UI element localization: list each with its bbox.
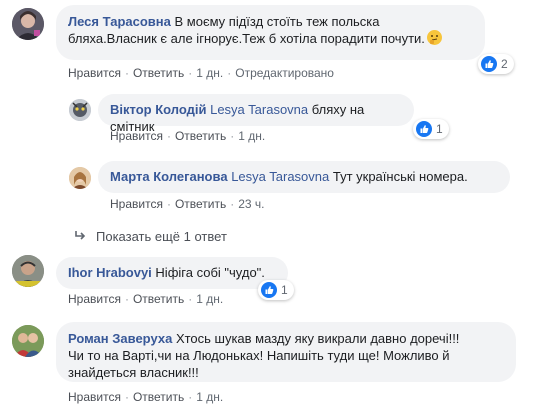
comment-text: Тут українські номера. bbox=[332, 169, 468, 184]
like-link[interactable]: Нравится bbox=[68, 66, 121, 80]
avatar[interactable] bbox=[12, 255, 44, 287]
thinking-face-icon bbox=[426, 30, 442, 45]
avatar[interactable] bbox=[12, 8, 44, 40]
comment-bubble: Роман Заверуха Хтось шукав мазду яку вик… bbox=[56, 322, 516, 382]
reply-link[interactable]: Ответить bbox=[175, 129, 226, 143]
comment-author[interactable]: Віктор Колодій bbox=[110, 102, 206, 117]
reply-link[interactable]: Ответить bbox=[175, 197, 226, 211]
avatar-photo-icon bbox=[12, 255, 44, 287]
mention-link[interactable]: Lesya Tarasovna bbox=[231, 169, 329, 184]
reply-link[interactable]: Ответить bbox=[133, 292, 184, 306]
reply-arrow-icon bbox=[75, 231, 86, 240]
comment-actions: Нравится · Ответить · 1 дн. bbox=[110, 129, 266, 143]
comment-actions: Нравится · Ответить · 1 дн. bbox=[68, 292, 224, 306]
comment-author[interactable]: Ihor Hrabovyi bbox=[68, 265, 152, 280]
reaction-number: 1 bbox=[436, 122, 443, 136]
timestamp[interactable]: 1 дн. bbox=[196, 390, 223, 404]
comment-bubble: Леся Тарасовна В моєму підїзд стоїть теж… bbox=[56, 5, 485, 60]
comment-actions: Нравится · Ответить · 1 дн. bbox=[68, 390, 224, 404]
avatar[interactable] bbox=[12, 325, 44, 357]
reply-link[interactable]: Ответить bbox=[133, 390, 184, 404]
timestamp[interactable]: 1 дн. bbox=[196, 292, 223, 306]
timestamp[interactable]: 1 дн. bbox=[238, 129, 265, 143]
comment-actions: Нравится · Ответить · 23 ч. bbox=[110, 197, 265, 211]
edited-label[interactable]: Отредактировано bbox=[235, 66, 334, 80]
comment-text: В моєму підїзд стоїть теж польска bbox=[174, 14, 380, 29]
comment-text: знайдеться власник!!! bbox=[68, 365, 199, 380]
reaction-count[interactable]: 2 bbox=[478, 54, 514, 74]
comment-author[interactable]: Роман Заверуха bbox=[68, 331, 172, 346]
show-more-label: Показать ещё 1 ответ bbox=[96, 229, 227, 244]
comment-text: бляха.Власник є але ігнорує.Теж б хотіла… bbox=[68, 31, 425, 46]
like-link[interactable]: Нравится bbox=[68, 390, 121, 404]
avatar-photo-icon bbox=[69, 99, 91, 121]
comment-text: Ніфіга собі "чудо". bbox=[155, 265, 265, 280]
avatar-photo-icon bbox=[12, 8, 44, 40]
comment-text: Хтось шукав мазду яку викрали давно доре… bbox=[175, 331, 460, 346]
avatar-photo-icon bbox=[12, 325, 44, 357]
comment-bubble: Ihor Hrabovyi Ніфіга собі "чудо". bbox=[56, 257, 288, 289]
comment-bubble: Марта Колеганова Lesya Tarasovna Тут укр… bbox=[98, 161, 510, 193]
reply-link[interactable]: Ответить bbox=[133, 66, 184, 80]
like-icon bbox=[416, 121, 432, 137]
mention-link[interactable]: Lesya Tarasovna bbox=[210, 102, 308, 117]
like-link[interactable]: Нравится bbox=[68, 292, 121, 306]
avatar[interactable] bbox=[69, 99, 91, 121]
avatar-photo-icon bbox=[69, 167, 91, 189]
like-link[interactable]: Нравится bbox=[110, 197, 163, 211]
reaction-number: 1 bbox=[281, 283, 288, 297]
comment-text: Чи то на Варті,чи на Людоньках! Напишіть… bbox=[68, 348, 450, 363]
reaction-count[interactable]: 1 bbox=[258, 280, 294, 300]
show-more-replies[interactable]: Показать ещё 1 ответ bbox=[74, 229, 227, 244]
reaction-number: 2 bbox=[501, 57, 508, 71]
reaction-count[interactable]: 1 bbox=[413, 119, 449, 139]
timestamp[interactable]: 1 дн. bbox=[196, 66, 223, 80]
timestamp[interactable]: 23 ч. bbox=[238, 197, 264, 211]
like-link[interactable]: Нравится bbox=[110, 129, 163, 143]
avatar[interactable] bbox=[69, 167, 91, 189]
comment-bubble: Віктор Колодій Lesya Tarasovna бляху на … bbox=[98, 94, 414, 134]
comment-author[interactable]: Леся Тарасовна bbox=[68, 14, 171, 29]
comment-author[interactable]: Марта Колеганова bbox=[110, 169, 228, 184]
like-icon bbox=[481, 56, 497, 72]
like-icon bbox=[261, 282, 277, 298]
comment-actions: Нравится · Ответить · 1 дн. · Отредактировано bbox=[68, 66, 334, 80]
